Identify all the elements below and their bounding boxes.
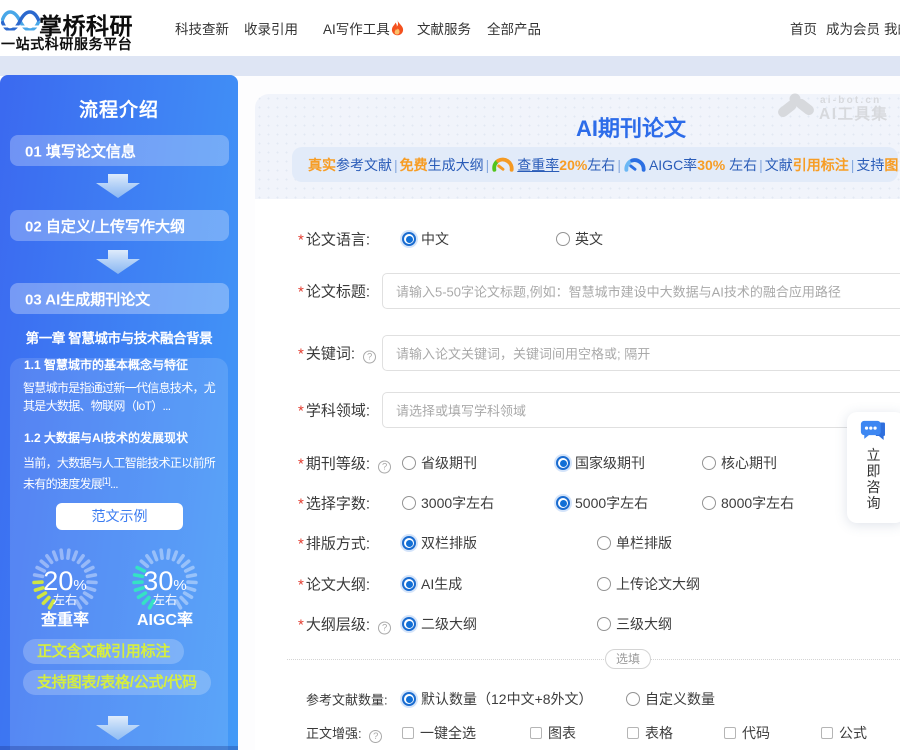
svg-text:ai-bot.cn: ai-bot.cn bbox=[820, 95, 881, 106]
svg-text:AI工具集: AI工具集 bbox=[819, 104, 889, 123]
